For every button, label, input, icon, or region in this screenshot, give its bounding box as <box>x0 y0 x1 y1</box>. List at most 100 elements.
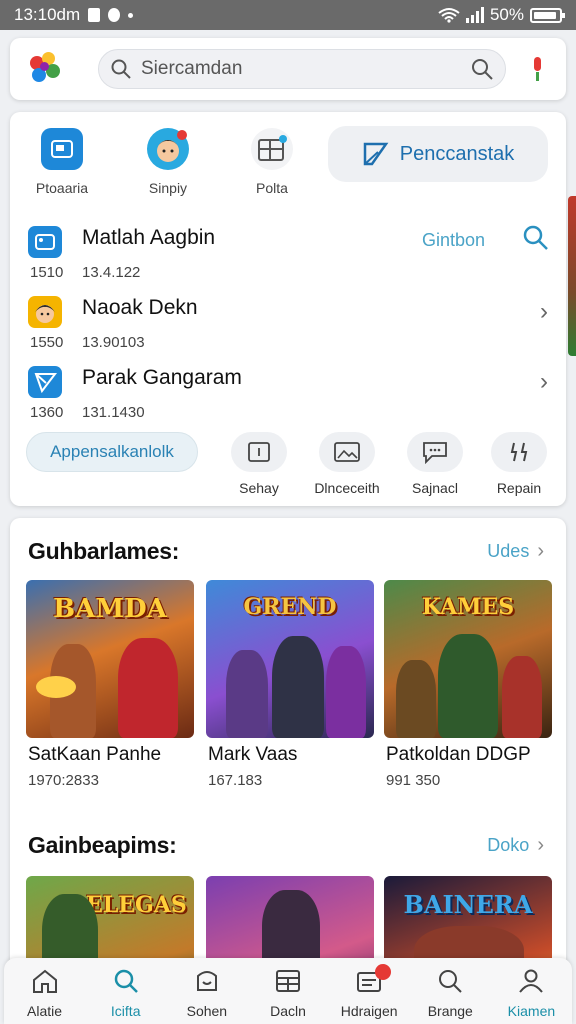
primary-action-label: Penccanstak <box>399 142 515 165</box>
game-title: Mark Vaas <box>208 744 298 765</box>
list-item-title: Matlah Aagbin <box>82 226 216 249</box>
action-label: Sajnacl <box>412 480 458 496</box>
shortcut-sinpiy[interactable]: Sinpiy <box>128 128 208 196</box>
nav-label: Icifta <box>110 1003 141 1019</box>
chevron-right-icon: › <box>537 540 544 562</box>
pill-label: Appensalkanlolk <box>50 442 174 461</box>
grid-icon <box>251 128 293 170</box>
game-character <box>396 660 436 738</box>
app-logo-icon[interactable] <box>28 52 62 86</box>
image-icon <box>319 432 375 472</box>
list-item-number: 1550 <box>30 334 64 351</box>
list-item[interactable]: Matlah Aagbin 1510 13.4.122 Gintbon <box>26 224 550 284</box>
nav-icifta[interactable]: Icifta <box>85 958 166 1024</box>
list-item-date: 13.90103 <box>82 334 145 351</box>
game-tile[interactable]: KAMES <box>384 580 552 738</box>
section-title: Guhbarlames: <box>28 538 180 564</box>
nav-label: Kiamen <box>507 1003 556 1019</box>
chevron-right-icon[interactable]: › <box>540 298 548 326</box>
list-item-date: 13.4.122 <box>82 264 141 281</box>
muzzle-flash <box>36 676 76 698</box>
bag-icon <box>196 971 217 991</box>
list-item-date: 131.1430 <box>82 404 145 421</box>
shortcut-label: Sinpiy <box>148 180 188 196</box>
shortcut-label: Ptoaaria <box>35 180 89 196</box>
app-icon <box>28 226 62 258</box>
action-sehay[interactable]: Sehay <box>224 432 294 496</box>
chat-icon <box>407 432 463 472</box>
game-title: Patkoldan DDGP <box>386 744 531 765</box>
chevron-right-icon[interactable]: › <box>540 368 548 396</box>
search-header: Siercamdan <box>10 38 566 100</box>
game-character <box>502 656 542 738</box>
nav-hdraigen[interactable]: Hdraigen <box>329 958 410 1024</box>
avatar-icon <box>147 128 189 170</box>
nav-label: Alatie <box>27 1003 63 1019</box>
primary-action-button[interactable]: Penccanstak <box>328 126 548 182</box>
action-dlnceceith[interactable]: Dlnceceith <box>312 432 382 496</box>
nav-brange[interactable]: Brange <box>410 958 491 1024</box>
search-icon <box>114 969 138 993</box>
section-title: Gainbeapims: <box>28 832 177 858</box>
chevron-right-icon: › <box>537 834 544 856</box>
search-icon <box>111 59 131 79</box>
list-item-number: 1510 <box>30 264 64 281</box>
calendar-icon <box>275 970 300 992</box>
avatar-icon <box>28 296 62 328</box>
shortcut-polta[interactable]: Polta <box>232 128 312 196</box>
action-label: Repain <box>496 480 542 496</box>
battery-icon <box>530 7 565 23</box>
microphone-icon[interactable] <box>532 57 542 81</box>
list-item-number: 1360 <box>30 404 64 421</box>
nav-alatie[interactable]: Alatie <box>4 958 85 1024</box>
game-banner: ELEGAS <box>86 892 187 918</box>
send-icon <box>28 366 62 398</box>
nav-sohen[interactable]: Sohen <box>166 958 247 1024</box>
list-item[interactable]: Naoak Dekn 1550 13.90103 › <box>26 294 550 354</box>
home-icon <box>32 969 57 993</box>
battery-percent: 50% <box>489 5 524 24</box>
wifi-icon <box>438 8 460 23</box>
game-banner: BAINERA <box>403 890 533 919</box>
list-item-title: Parak Gangaram <box>82 366 242 389</box>
list-item[interactable]: Parak Gangaram 1360 131.1430 › <box>26 364 550 424</box>
person-icon <box>519 969 544 993</box>
search-icon[interactable] <box>522 224 550 252</box>
dot-icon <box>128 12 134 18</box>
section-more-link[interactable]: Doko › <box>487 834 544 857</box>
nav-label: Brange <box>427 1003 473 1019</box>
game-subtitle: 167.183 <box>208 772 263 789</box>
game-banner: GREND <box>243 594 337 620</box>
shortcut-ptoaaria[interactable]: Ptoaaria <box>22 128 102 196</box>
nav-dacln[interactable]: Dacln <box>247 958 328 1024</box>
bottom-navigation: Alatie Icifta Sohen Dacln Hdraigen Brang… <box>4 958 572 1024</box>
tablet-icon <box>41 128 83 170</box>
shortcut-label: Polta <box>256 180 288 196</box>
game-character <box>118 638 178 738</box>
game-banner: BAMDA <box>53 594 167 624</box>
pencil-icon <box>363 142 389 166</box>
search-placeholder: Siercamdan <box>141 58 243 79</box>
game-tile[interactable]: BAMDA <box>26 580 194 738</box>
shield-icon <box>108 8 121 22</box>
action-repain[interactable]: Repain <box>484 432 554 496</box>
search-input[interactable]: Siercamdan <box>98 49 506 89</box>
game-character <box>226 650 268 738</box>
square-icon <box>231 432 287 472</box>
status-bar: 13:10dm 50% <box>0 0 576 30</box>
game-tile[interactable]: GREND <box>206 580 374 738</box>
action-label: Sehay <box>239 480 279 496</box>
game-character <box>326 646 366 738</box>
quick-access-card: Ptoaaria Sinpiy Polta Penccanstak Matlah… <box>10 112 566 506</box>
list-item-title: Naoak Dekn <box>82 296 198 319</box>
action-label: Dlnceceith <box>314 480 380 496</box>
search-submit-icon[interactable] <box>471 58 493 80</box>
nav-kiamen[interactable]: Kiamen <box>491 958 572 1024</box>
section-more-link[interactable]: Udes › <box>487 540 544 563</box>
notification-badge <box>374 964 391 980</box>
filter-pill-button[interactable]: Appensalkanlolk <box>26 432 198 472</box>
list-item-link[interactable]: Gintbon <box>422 230 485 251</box>
section-more-label: Doko <box>487 835 530 855</box>
action-sajnacl[interactable]: Sajnacl <box>400 432 470 496</box>
game-banner: KAMES <box>421 594 515 620</box>
